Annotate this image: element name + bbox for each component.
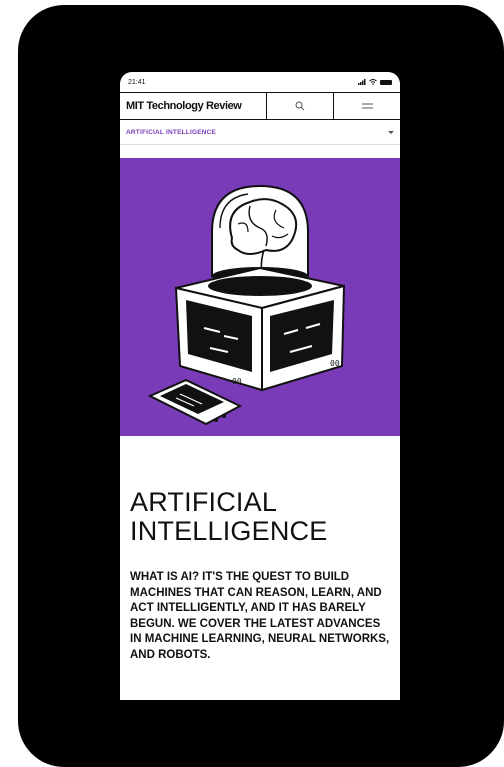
signal-icon	[358, 79, 366, 85]
search-button[interactable]	[267, 93, 333, 119]
wifi-icon	[369, 79, 377, 85]
menu-button[interactable]	[333, 93, 400, 119]
top-nav: MIT Technology Review	[120, 92, 400, 120]
site-logo: MIT Technology Review	[126, 100, 242, 112]
page-title: ARTIFICIAL INTELLIGENCE	[130, 487, 328, 546]
status-icons	[358, 79, 392, 85]
svg-text:00: 00	[330, 359, 340, 368]
page-description: WHAT IS AI? IT'S THE QUEST TO BUILD MACH…	[130, 571, 390, 661]
status-time: 21:41	[128, 78, 146, 86]
section-dropdown[interactable]: ARTIFICIAL INTELLIGENCE	[120, 120, 400, 145]
section-label: ARTIFICIAL INTELLIGENCE	[126, 128, 217, 136]
search-icon	[295, 101, 305, 111]
hero-illustration: 00 00	[120, 158, 400, 440]
page-content: ARTIFICIAL INTELLIGENCE WHAT IS AI? IT'S…	[120, 452, 400, 700]
menu-icon	[361, 103, 373, 109]
status-bar: 21:41	[120, 72, 400, 92]
logo-link[interactable]: MIT Technology Review	[120, 93, 267, 119]
chevron-down-icon	[388, 130, 394, 134]
battery-icon	[380, 79, 392, 85]
brain-illustration: 00 00	[147, 184, 346, 426]
svg-text:00: 00	[232, 377, 242, 386]
phone-screen: 21:41 MIT Technology Review ARTIFICIAL I…	[120, 72, 400, 490]
